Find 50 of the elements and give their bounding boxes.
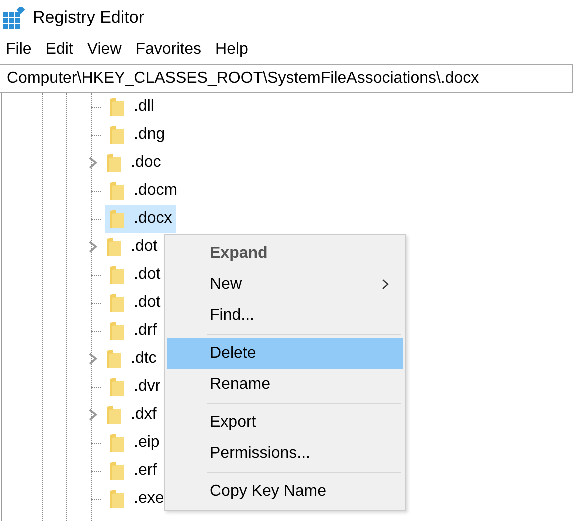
folder-icon	[106, 405, 122, 425]
menu-item[interactable]: Export	[167, 407, 403, 438]
tree-item[interactable]: .exe	[105, 485, 168, 513]
tree-item[interactable]: .erf	[105, 457, 162, 485]
tree-item[interactable]: .docm	[105, 177, 182, 205]
folder-icon	[109, 265, 125, 285]
menu-item[interactable]: Expand	[167, 238, 403, 269]
folder-icon	[109, 125, 125, 145]
folder-icon	[109, 97, 125, 117]
address-field[interactable]: Computer\HKEY_CLASSES_ROOT\SystemFileAssociations\.docx	[0, 64, 573, 93]
tree-item[interactable]: .dll	[105, 93, 158, 121]
folder-icon	[109, 181, 125, 201]
chevron-icon[interactable]	[88, 240, 98, 254]
menu-item[interactable]: Delete	[167, 338, 403, 369]
folder-icon	[109, 293, 125, 313]
folder-icon	[109, 321, 125, 341]
menu-item[interactable]: Copy Key Name	[167, 476, 403, 507]
folder-icon	[106, 349, 122, 369]
tree-item[interactable]: .doc	[102, 149, 166, 177]
tree-item[interactable]: .dng	[105, 121, 170, 149]
tree-item[interactable]: .dot	[105, 289, 165, 317]
folder-icon	[106, 153, 122, 173]
tree-item[interactable]: .dot	[102, 233, 162, 261]
chevron-icon[interactable]	[88, 352, 98, 366]
folder-icon	[109, 461, 125, 481]
menu-item[interactable]: File	[6, 41, 32, 59]
folder-icon	[106, 237, 122, 257]
menu-item[interactable]: New	[167, 269, 403, 300]
menu-item[interactable]: Rename	[167, 369, 403, 400]
tree-item[interactable]: .dxf	[102, 401, 161, 429]
chevron-icon[interactable]	[88, 156, 98, 170]
menu-item[interactable]: View	[87, 41, 122, 59]
folder-icon	[109, 377, 125, 397]
menu-item[interactable]: Favorites	[136, 41, 202, 59]
folder-icon	[109, 433, 125, 453]
window-title: Registry Editor	[33, 8, 144, 28]
tree-item[interactable]: .eip	[105, 429, 164, 457]
menu-item[interactable]: Edit	[46, 41, 74, 59]
tree-item[interactable]: .drf	[105, 317, 162, 345]
registry-icon	[3, 7, 25, 29]
folder-icon	[109, 489, 125, 509]
menu-item[interactable]: Permissions...	[167, 438, 403, 469]
folder-icon	[109, 209, 125, 229]
tree-item[interactable]: .docx	[105, 205, 176, 233]
tree-item[interactable]: .dvr	[105, 373, 165, 401]
tree-item[interactable]: .dot	[105, 261, 165, 289]
menu-item[interactable]: Find...	[167, 300, 403, 331]
chevron-icon[interactable]	[88, 408, 98, 422]
tree-item[interactable]: .dtc	[102, 345, 161, 373]
menu-item[interactable]: Help	[216, 41, 248, 59]
